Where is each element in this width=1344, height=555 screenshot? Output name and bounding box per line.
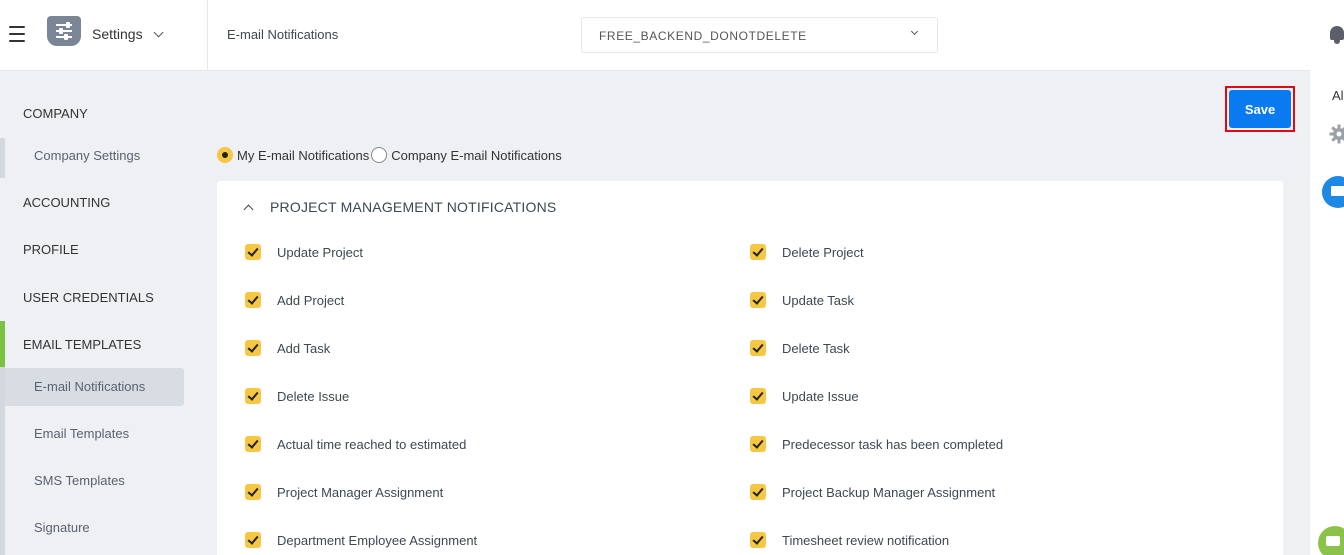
checkbox-label: Update Task: [782, 292, 855, 308]
checkbox-label: Timesheet review notification: [782, 532, 950, 548]
checkbox[interactable]: [750, 484, 766, 500]
bell-icon[interactable]: [1330, 26, 1344, 44]
checkbox[interactable]: [750, 244, 766, 260]
checkbox[interactable]: [245, 340, 261, 356]
checkbox[interactable]: [245, 244, 261, 260]
save-button[interactable]: Save: [1229, 90, 1291, 128]
company-select-value: FREE_BACKEND_DONOTDELETE: [599, 29, 807, 43]
checkbox-label: Department Employee Assignment: [277, 532, 478, 548]
checkbox-label: Predecessor task has been completed: [782, 436, 1004, 452]
checkbox[interactable]: [245, 292, 261, 308]
sidebar-item-sms-templates[interactable]: SMS Templates: [5, 462, 184, 500]
checkbox-label: Add Project: [277, 292, 345, 308]
chevron-down-icon: [153, 27, 164, 37]
checkbox[interactable]: [750, 532, 766, 548]
checkbox-label: Delete Project: [782, 244, 864, 260]
list-item: Update Task: [750, 292, 854, 308]
rail-text: Al: [1332, 88, 1344, 103]
notification-scope-radio-group: My E-mail Notifications Company E-mail N…: [217, 147, 564, 163]
chat-icon[interactable]: [1318, 526, 1344, 555]
list-item: Add Task: [245, 340, 330, 356]
list-item: Delete Project: [750, 244, 864, 260]
checkbox[interactable]: [750, 436, 766, 452]
sidebar-item-signature[interactable]: Signature: [5, 509, 184, 547]
list-item: Update Project: [245, 244, 363, 260]
list-item: Delete Task: [750, 340, 850, 356]
sidebar-item-company[interactable]: COMPANY: [23, 106, 88, 121]
sidebar-active-indicator: [0, 321, 5, 367]
hamburger-menu-icon[interactable]: [9, 26, 25, 44]
checkbox-label: Update Issue: [782, 388, 859, 404]
settings-module-label: Settings: [92, 26, 143, 42]
checkbox[interactable]: [245, 436, 261, 452]
checkbox-label: Project Manager Assignment: [277, 484, 444, 500]
list-item: Update Issue: [750, 388, 859, 404]
checkbox[interactable]: [750, 292, 766, 308]
mail-icon[interactable]: [1322, 176, 1344, 208]
checkbox-label: Add Task: [277, 340, 331, 356]
checkbox[interactable]: [245, 484, 261, 500]
checkbox[interactable]: [750, 388, 766, 404]
list-item: Department Employee Assignment: [245, 532, 477, 548]
sidebar-item-email-notifications[interactable]: E-mail Notifications: [5, 368, 184, 406]
sidebar-item-email-templates-sub[interactable]: Email Templates: [5, 415, 184, 453]
checkbox-label: Project Backup Manager Assignment: [782, 484, 996, 500]
radio-my-notifications[interactable]: [217, 147, 233, 163]
checkbox-label: Actual time reached to estimated: [277, 436, 467, 452]
checkbox[interactable]: [750, 340, 766, 356]
sidebar-item-company-settings[interactable]: Company Settings: [5, 137, 184, 175]
checkbox-label: Delete Issue: [277, 388, 350, 404]
checkbox[interactable]: [245, 532, 261, 548]
right-rail: Al: [1310, 0, 1344, 555]
radio-company-notifications-label[interactable]: Company E-mail Notifications: [391, 148, 562, 163]
sidebar-item-accounting[interactable]: ACCOUNTING: [23, 195, 110, 210]
list-item: Delete Issue: [245, 388, 349, 404]
checkbox-label: Update Project: [277, 244, 363, 260]
sidebar-item-user-credentials[interactable]: USER CREDENTIALS: [23, 290, 154, 305]
chevron-up-icon[interactable]: [243, 204, 254, 214]
list-item: Project Backup Manager Assignment: [750, 484, 995, 500]
project-management-notifications-panel: PROJECT MANAGEMENT NOTIFICATIONS Update …: [217, 181, 1283, 555]
radio-my-notifications-label[interactable]: My E-mail Notifications: [237, 148, 369, 163]
gear-icon[interactable]: [1329, 124, 1344, 144]
top-bar: Settings E-mail Notifications FREE_BACKE…: [0, 0, 1310, 71]
divider: [207, 0, 208, 71]
list-item: Actual time reached to estimated: [245, 436, 466, 452]
sidebar-item-email-templates[interactable]: EMAIL TEMPLATES: [23, 337, 141, 352]
radio-company-notifications[interactable]: [371, 147, 388, 163]
page-title: E-mail Notifications: [227, 27, 339, 42]
section-title: PROJECT MANAGEMENT NOTIFICATIONS: [270, 199, 557, 215]
chevron-down-icon: [910, 27, 919, 36]
checkbox[interactable]: [245, 388, 261, 404]
checkbox-label: Delete Task: [782, 340, 850, 356]
settings-module-dropdown[interactable]: Settings: [92, 26, 164, 42]
list-item: Predecessor task has been completed: [750, 436, 1003, 452]
section-header[interactable]: PROJECT MANAGEMENT NOTIFICATIONS: [243, 199, 557, 215]
list-item: Project Manager Assignment: [245, 484, 443, 500]
settings-sliders-icon[interactable]: [47, 16, 81, 46]
list-item: Add Project: [245, 292, 344, 308]
sidebar: COMPANY Company Settings ACCOUNTING PROF…: [0, 71, 207, 555]
list-item: Timesheet review notification: [750, 532, 949, 548]
sidebar-item-profile[interactable]: PROFILE: [23, 242, 79, 257]
company-select[interactable]: FREE_BACKEND_DONOTDELETE: [581, 17, 938, 53]
